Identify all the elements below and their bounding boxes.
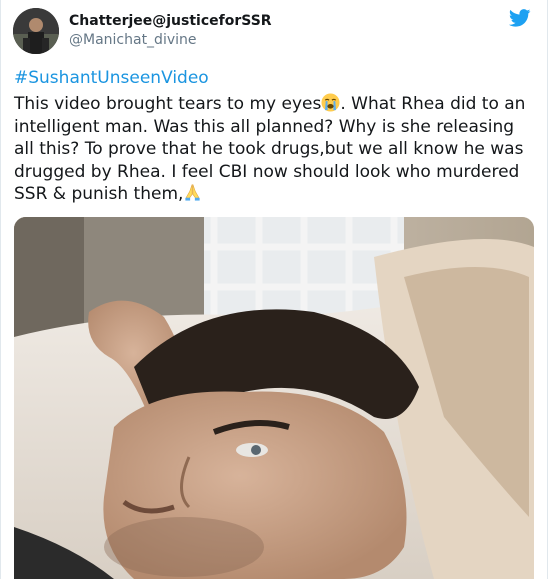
author-display-name[interactable]: Chatterjee@justiceforSSR (69, 13, 272, 29)
video-thumbnail[interactable] (14, 217, 534, 579)
twitter-bird-icon[interactable] (508, 9, 531, 27)
tweet-text-part1: This video brought tears to my eyes (14, 94, 322, 114)
author-handle[interactable]: @Manichat_divine (69, 32, 197, 48)
tweet-card: Chatterjee@justiceforSSR @Manichat_divin… (0, 0, 548, 579)
tweet-body: This video brought tears to my eyes. Wha… (14, 93, 539, 206)
hashtag-link[interactable]: #SushantUnseenVideo (14, 68, 209, 88)
folded-hands-emoji (183, 183, 202, 202)
avatar[interactable] (13, 8, 59, 54)
crying-face-emoji (321, 93, 340, 112)
